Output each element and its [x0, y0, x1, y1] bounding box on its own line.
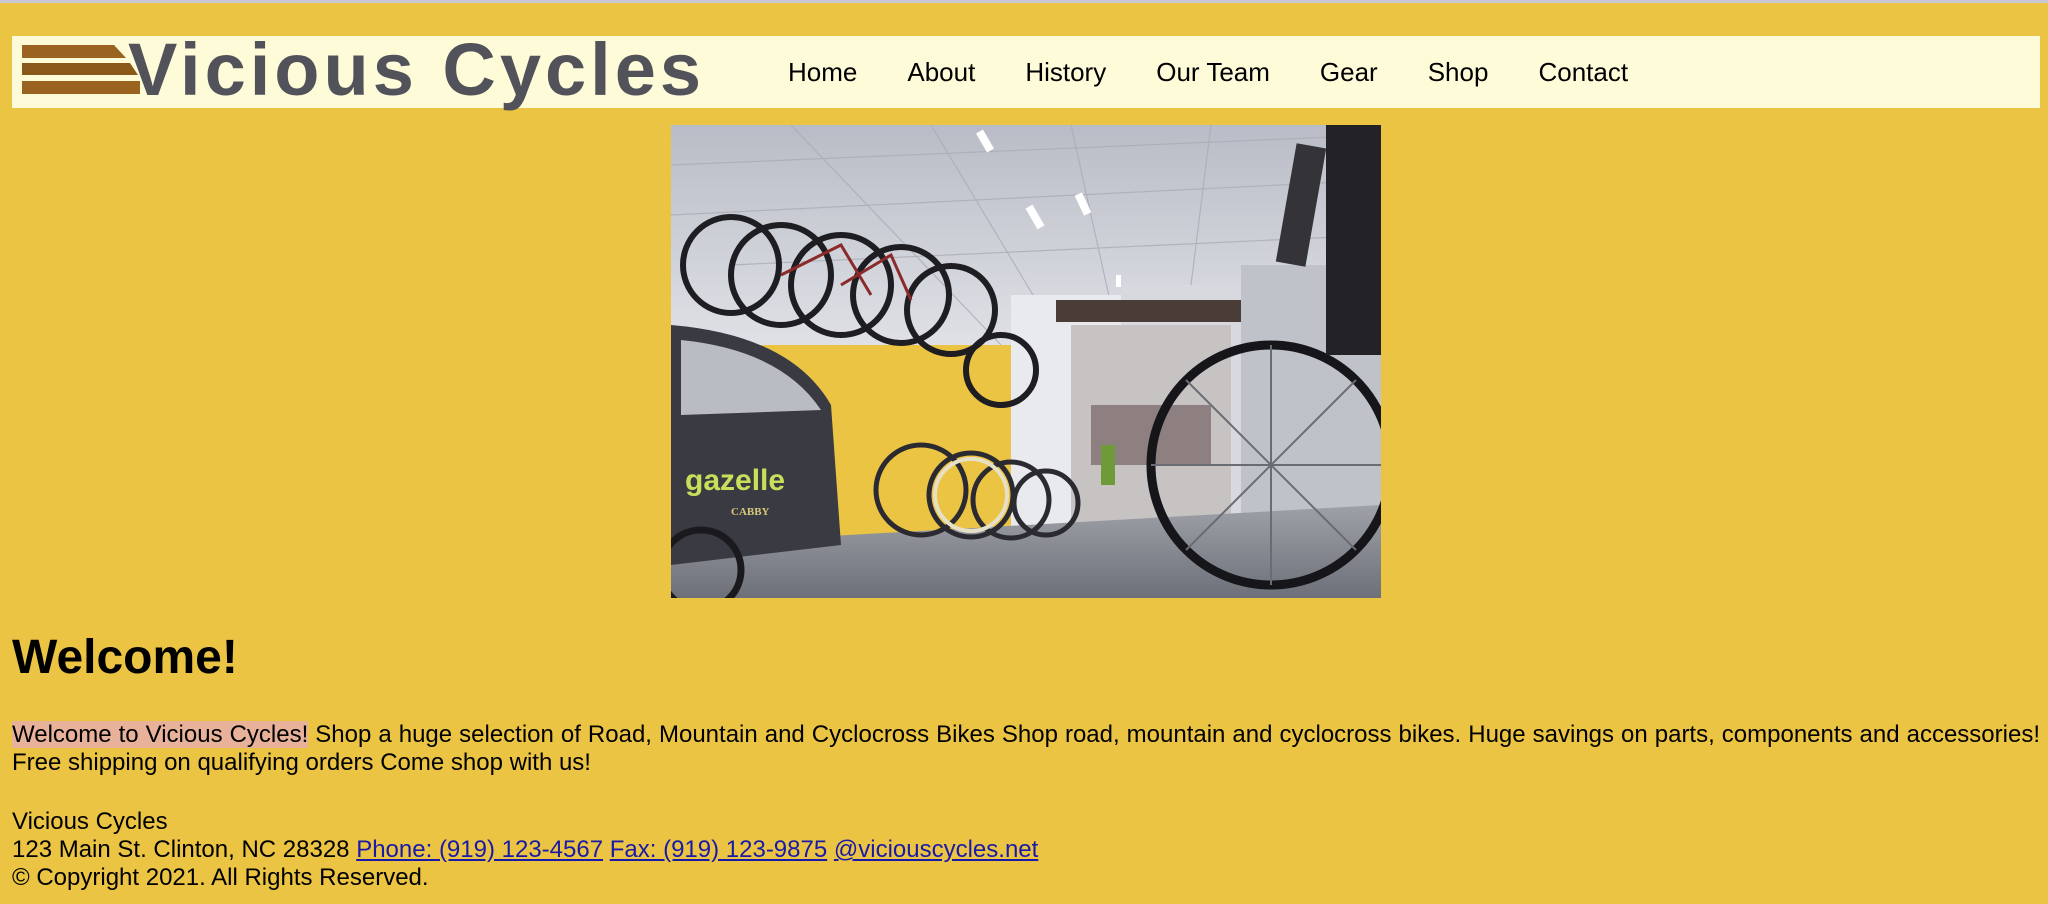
phone-link[interactable]: Phone: (919) 123-4567 [356, 836, 603, 863]
nav-history[interactable]: History [1025, 57, 1106, 88]
logo-stripes-icon [22, 45, 140, 94]
browser-top-edge [0, 0, 2048, 3]
email-link[interactable]: @viciouscycles.net [834, 836, 1038, 863]
intro-text: Shop a huge selection of Road, Mountain … [12, 721, 2040, 776]
footer-company: Vicious Cycles [12, 808, 168, 835]
nav-home[interactable]: Home [788, 57, 857, 88]
logo-text: Vicious Cycles [128, 28, 706, 111]
page-title: Welcome! [12, 631, 238, 684]
site-footer: Vicious Cycles 123 Main St. Clinton, NC … [12, 808, 1038, 892]
footer-address: 123 Main St. Clinton, NC 28328 [12, 836, 350, 863]
nav-gear[interactable]: Gear [1320, 57, 1378, 88]
trailer-brand-text: gazelle [685, 464, 785, 497]
footer-copyright: © Copyright 2021. All Rights Reserved. [12, 864, 429, 891]
main-nav: Home About History Our Team Gear Shop Co… [768, 36, 1658, 108]
nav-about[interactable]: About [907, 57, 975, 88]
trailer-model-text: CABBY [731, 506, 770, 518]
intro-highlight: Welcome to Vicious Cycles! [12, 721, 309, 748]
nav-our-team[interactable]: Our Team [1156, 57, 1270, 88]
footer-contact-line: 123 Main St. Clinton, NC 28328 Phone: (9… [12, 836, 1038, 864]
intro-paragraph: Welcome to Vicious Cycles! Shop a huge s… [12, 721, 2040, 777]
hero-bike-shop-image: gazelle CABBY [671, 125, 1381, 598]
nav-shop[interactable]: Shop [1428, 57, 1489, 88]
site-logo[interactable]: Vicious Cycles [12, 32, 763, 108]
nav-contact[interactable]: Contact [1538, 57, 1628, 88]
fax-link[interactable]: Fax: (919) 123-9875 [610, 836, 827, 863]
